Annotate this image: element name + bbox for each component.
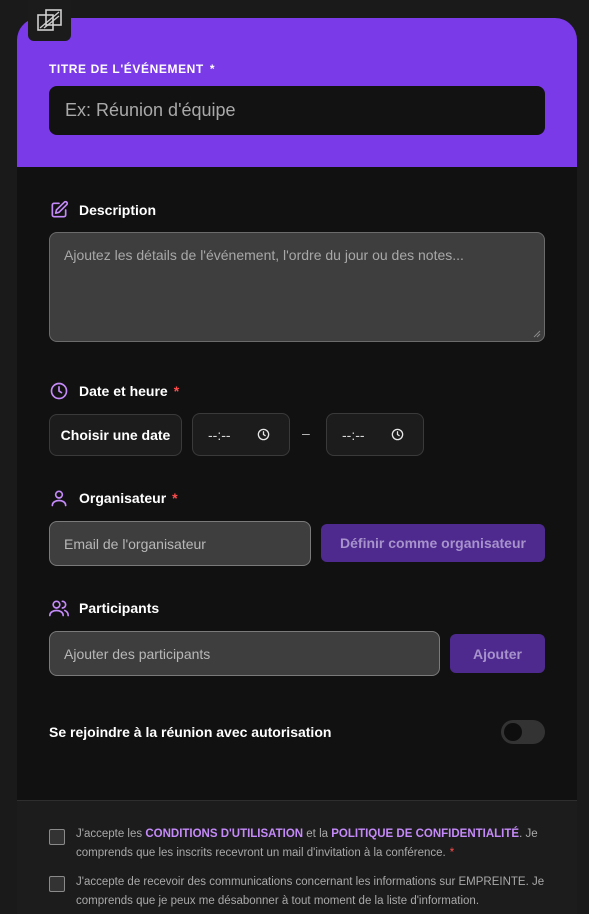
terms-text-prefix: J'accepte les [76, 828, 146, 840]
organizer-label-text: Organisateur [79, 490, 167, 506]
terms-of-use-link[interactable]: CONDITIONS D'UTILISATION [145, 828, 303, 840]
squares-logo-icon [36, 8, 62, 31]
app-logo [28, 0, 71, 41]
terms-text-middle: et la [303, 828, 332, 840]
terms-checkbox[interactable] [49, 829, 65, 845]
required-marker: * [449, 847, 455, 859]
authorization-toggle[interactable] [501, 720, 545, 744]
resize-grip-icon[interactable] [533, 330, 541, 338]
datetime-label: Date et heure * [49, 381, 179, 401]
add-participant-button[interactable]: Ajouter [450, 634, 545, 673]
required-marker: * [173, 383, 180, 399]
edit-icon [51, 200, 69, 218]
event-title-label: TITRE DE L'ÉVÉNEMENT * [49, 62, 215, 76]
participants-placeholder: Ajouter des participants [64, 645, 211, 662]
required-marker: * [209, 62, 216, 76]
participants-label: Participants [49, 598, 159, 618]
description-label: Description [49, 200, 156, 220]
start-time-input[interactable]: --:-- [192, 413, 290, 456]
description-textarea[interactable]: Ajoutez les détails de l'événement, l'or… [49, 232, 545, 342]
organizer-email-input[interactable]: Email de l'organisateur [49, 521, 311, 566]
description-placeholder: Ajoutez les détails de l'événement, l'or… [64, 247, 464, 263]
authorization-label: Se rejoindre à la réunion avec autorisat… [49, 724, 332, 740]
terms-consent-text: J'accepte les CONDITIONS D'UTILISATION e… [76, 825, 546, 863]
clock-icon [50, 382, 68, 400]
event-header: TITRE DE L'ÉVÉNEMENT * Ex: Réunion d'équi… [17, 18, 577, 167]
toggle-knob [504, 723, 522, 741]
set-organizer-button[interactable]: Définir comme organisateur [321, 524, 545, 562]
end-time-value: --:-- [342, 426, 365, 443]
event-form-card: TITRE DE L'ÉVÉNEMENT * Ex: Réunion d'équi… [17, 18, 577, 914]
start-time-value: --:-- [208, 426, 231, 443]
users-icon [49, 600, 69, 617]
time-separator: – [302, 425, 310, 441]
event-title-input[interactable]: Ex: Réunion d'équipe [49, 86, 545, 135]
datetime-label-text: Date et heure [79, 383, 168, 399]
clock-icon[interactable] [257, 428, 270, 441]
required-marker: * [172, 490, 178, 506]
communications-consent-text: J'accepte de recevoir des communications… [76, 876, 545, 907]
user-icon [51, 490, 67, 507]
event-title-label-text: TITRE DE L'ÉVÉNEMENT [49, 62, 204, 76]
consent-footer: J'accepte les CONDITIONS D'UTILISATION e… [17, 800, 577, 914]
clock-icon[interactable] [391, 428, 404, 441]
participants-label-text: Participants [79, 600, 160, 616]
organizer-label: Organisateur * [49, 488, 178, 508]
end-time-input[interactable]: --:-- [326, 413, 424, 456]
choose-date-button[interactable]: Choisir une date [49, 414, 182, 456]
privacy-policy-link[interactable]: POLITIQUE DE CONFIDENTIALITÉ [331, 828, 519, 840]
communications-checkbox[interactable] [49, 876, 65, 892]
description-label-text: Description [79, 202, 157, 218]
participants-input[interactable]: Ajouter des participants [49, 631, 440, 676]
organizer-email-placeholder: Email de l'organisateur [64, 535, 206, 552]
